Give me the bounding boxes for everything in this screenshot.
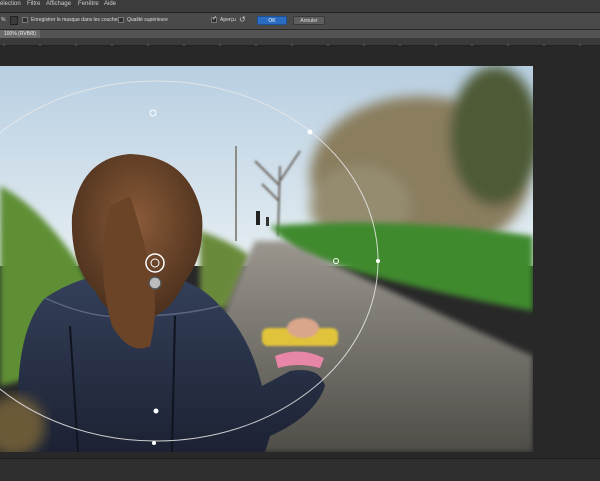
- ok-button[interactable]: OK: [257, 16, 287, 25]
- menu-filtre[interactable]: Filtre: [27, 1, 40, 7]
- save-mask-checkbox[interactable]: [22, 17, 28, 23]
- menu-aide[interactable]: Aide: [104, 1, 116, 7]
- quality-checkbox[interactable]: [118, 17, 124, 23]
- photo-image: [0, 66, 533, 452]
- menu-selection[interactable]: élection: [0, 1, 21, 7]
- document-tab[interactable]: 100% (RVB/8): [0, 30, 40, 38]
- menu-fenetre[interactable]: Fenêtre: [78, 1, 99, 7]
- options-bar: % Enregistrer le masque dans les couches…: [0, 13, 600, 30]
- menu-affichage[interactable]: Affichage: [46, 1, 71, 7]
- status-bar: [0, 458, 600, 481]
- preview-checkbox[interactable]: [211, 15, 217, 23]
- preview-label: Aperçu: [220, 17, 236, 23]
- document-tab-bar: 100% (RVB/8): [0, 30, 600, 38]
- horizontal-ruler: [0, 38, 600, 51]
- photo-canvas[interactable]: [0, 66, 533, 452]
- reset-icon[interactable]: ↺: [239, 15, 246, 24]
- save-mask-label: Enregistrer le masque dans les couches: [31, 17, 120, 23]
- quality-label: Qualité supérieure: [127, 17, 168, 23]
- menu-bar: élection Filtre Affichage Fenêtre Aide: [0, 0, 600, 13]
- cancel-button[interactable]: Annuler: [293, 16, 325, 25]
- canvas-area: [0, 46, 600, 458]
- tool-slider-field[interactable]: [10, 16, 18, 25]
- tool-value[interactable]: %: [1, 17, 5, 23]
